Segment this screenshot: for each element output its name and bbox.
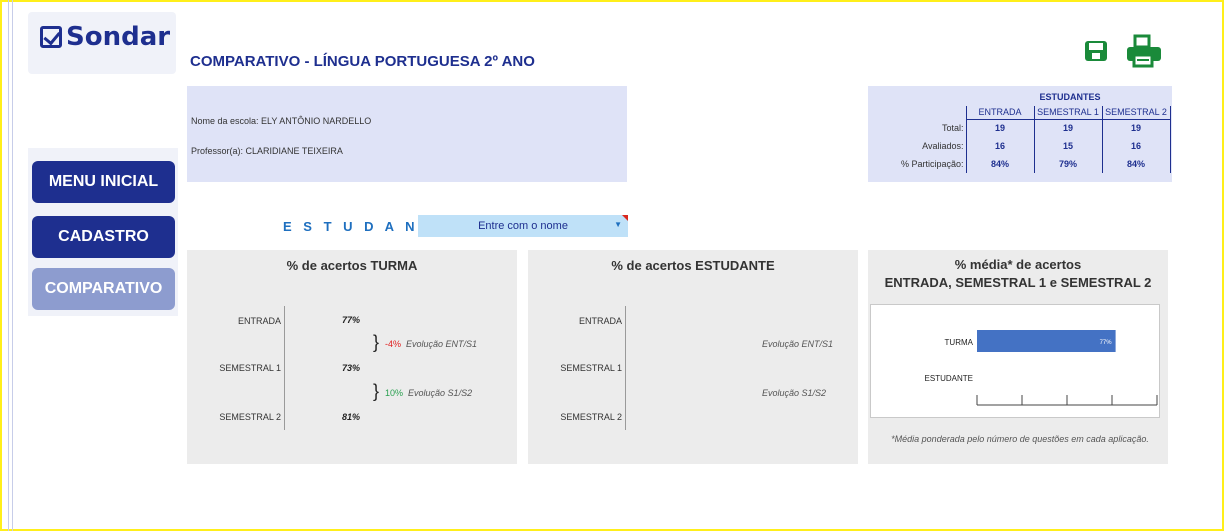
stats-value: 16 bbox=[1102, 137, 1171, 155]
stats-value: 16 bbox=[966, 137, 1035, 155]
stats-row-label: % Participação: bbox=[868, 155, 967, 173]
stats-col-header: SEMESTRAL 2 bbox=[1102, 106, 1171, 120]
media-panel-title: % média* de acertos ENTRADA, SEMESTRAL 1… bbox=[868, 256, 1168, 292]
turma-row-label: SEMESTRAL 1 bbox=[219, 363, 281, 373]
stats-row: Avaliados: 16 15 16 bbox=[868, 137, 1171, 155]
stats-col-header: ENTRADA bbox=[966, 106, 1035, 120]
media-chart-svg: TURMA 77% ESTUDANTE bbox=[925, 330, 1158, 406]
turma-percent: 77% bbox=[342, 315, 361, 325]
stats-value: 19 bbox=[1102, 119, 1171, 137]
estudante-evolution: Evolução ENT/S1 bbox=[762, 339, 834, 349]
media-footnote: *Média ponderada pelo número de questões… bbox=[891, 434, 1149, 444]
evolution-value: -4% bbox=[385, 339, 402, 349]
stats-header: ESTUDANTES bbox=[1039, 92, 1101, 102]
grid-line bbox=[8, 0, 9, 531]
stats-col-header: SEMESTRAL 1 bbox=[1034, 106, 1103, 120]
evolution-value: 10% bbox=[385, 388, 404, 398]
stats-row: % Participação: 84% 79% 84% bbox=[868, 155, 1171, 173]
brace-icon: } bbox=[373, 332, 380, 352]
evolution-label: Evolução ENT/S1 bbox=[406, 339, 478, 349]
turma-panel: % de acertos TURMA ENTRADA SEMESTRAL 1 S… bbox=[187, 250, 517, 464]
stats-table: ENTRADA SEMESTRAL 1 SEMESTRAL 2 Total: 1… bbox=[868, 106, 1171, 173]
page-title: COMPARATIVO - LÍNGUA PORTUGUESA 2º ANO bbox=[190, 53, 535, 70]
evolution-label: Evolução S1/S2 bbox=[408, 388, 473, 398]
save-icon[interactable] bbox=[1083, 38, 1109, 69]
media-title-line1: % média* de acertos bbox=[954, 257, 1082, 272]
brace-icon: } bbox=[373, 381, 380, 401]
chevron-down-icon[interactable]: ▼ bbox=[614, 220, 622, 229]
estudante-axis-line bbox=[625, 306, 626, 430]
grid-line bbox=[12, 0, 13, 531]
stats-value: 84% bbox=[1102, 155, 1171, 173]
school-info: Nome da escola: ELY ANTÔNIO NARDELLO Pro… bbox=[187, 86, 627, 182]
stats-value: 15 bbox=[1034, 137, 1103, 155]
estudante-row-label: ENTRADA bbox=[578, 316, 622, 326]
stats-row-label: Total: bbox=[868, 119, 967, 137]
turma-percent: 73% bbox=[342, 363, 361, 373]
comment-marker-icon bbox=[622, 215, 628, 221]
media-chart: TURMA 77% ESTUDANTE bbox=[870, 304, 1160, 418]
stats-row-label: Avaliados: bbox=[868, 137, 967, 155]
teacher-name: Professor(a): CLARIDIANE TEIXEIRA bbox=[191, 146, 343, 156]
stats-row: Total: 19 19 19 bbox=[868, 119, 1171, 137]
chart-category-label: ESTUDANTE bbox=[925, 374, 973, 383]
printer-icon[interactable] bbox=[1124, 34, 1164, 73]
stats-value: 19 bbox=[1034, 119, 1103, 137]
student-select-value: Entre com o nome bbox=[478, 220, 568, 232]
stats-value: 79% bbox=[1034, 155, 1103, 173]
menu-inicial-button[interactable]: MENU INICIAL bbox=[32, 161, 175, 203]
student-select[interactable]: Entre com o nome ▼ bbox=[418, 215, 628, 237]
students-stats: ESTUDANTES ENTRADA SEMESTRAL 1 SEMESTRAL… bbox=[868, 86, 1172, 182]
estudante-row-label: SEMESTRAL 2 bbox=[560, 412, 622, 422]
chart-category-label: TURMA bbox=[945, 338, 974, 347]
estudante-panel-title: % de acertos ESTUDANTE bbox=[611, 258, 775, 273]
turma-axis-line bbox=[284, 306, 285, 430]
stats-header-row: ENTRADA SEMESTRAL 1 SEMESTRAL 2 bbox=[868, 106, 1171, 120]
cadastro-button[interactable]: CADASTRO bbox=[32, 216, 175, 258]
chart-bar bbox=[977, 330, 1116, 352]
logo-text: Sondar bbox=[66, 22, 171, 52]
school-name: Nome da escola: ELY ANTÔNIO NARDELLO bbox=[191, 116, 372, 126]
checkbox-icon bbox=[40, 26, 62, 48]
chart-data-label: 77% bbox=[1100, 340, 1113, 346]
stats-value: 84% bbox=[966, 155, 1035, 173]
stats-corner bbox=[868, 106, 967, 119]
turma-row-label: SEMESTRAL 2 bbox=[219, 412, 281, 422]
estudante-panel: % de acertos ESTUDANTE ENTRADA SEMESTRAL… bbox=[528, 250, 858, 464]
stats-value: 19 bbox=[966, 119, 1035, 137]
turma-evolution: 10% Evolução S1/S2 bbox=[385, 388, 472, 398]
turma-evolution: -4% Evolução ENT/S1 bbox=[385, 339, 477, 349]
comparativo-button[interactable]: COMPARATIVO bbox=[32, 268, 175, 310]
logo: Sondar bbox=[40, 22, 170, 52]
turma-percent: 81% bbox=[342, 412, 361, 422]
turma-row-label: ENTRADA bbox=[237, 316, 281, 326]
turma-panel-title: % de acertos TURMA bbox=[286, 258, 418, 273]
estudante-row-label: SEMESTRAL 1 bbox=[560, 363, 622, 373]
estudante-evolution: Evolução S1/S2 bbox=[762, 388, 827, 398]
media-title-line2: ENTRADA, SEMESTRAL 1 e SEMESTRAL 2 bbox=[884, 275, 1152, 290]
